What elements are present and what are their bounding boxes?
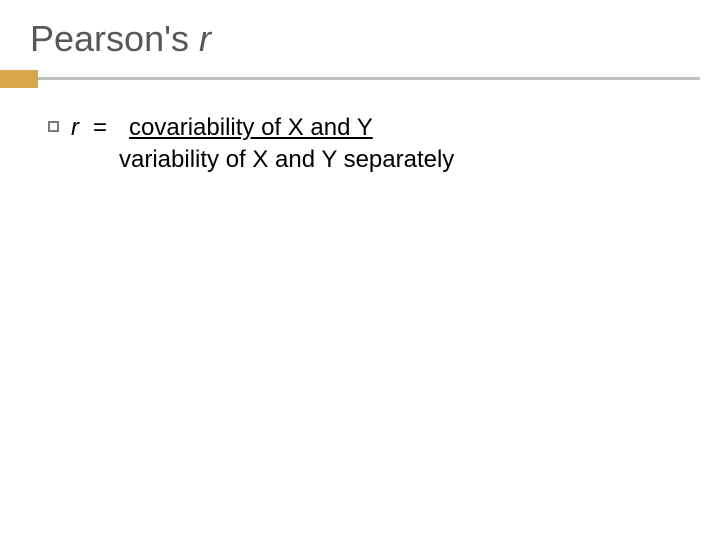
formula-line-1: r = covariability of X and Y [71, 112, 454, 144]
title-prefix: Pearson's [30, 18, 199, 59]
formula-lhs: r [71, 112, 79, 144]
formula-denominator: variability of X and Y separately [71, 144, 454, 176]
accent-block [0, 70, 38, 88]
divider-line [0, 77, 700, 80]
slide-title-area: Pearson's r [0, 0, 720, 68]
formula: r = covariability of X and Y variability… [71, 112, 454, 177]
title-variable: r [199, 18, 211, 59]
bullet-square-icon [48, 121, 59, 132]
bullet-item: r = covariability of X and Y variability… [48, 112, 680, 177]
slide-title: Pearson's r [30, 18, 720, 60]
title-divider [0, 74, 720, 84]
formula-numerator: covariability of X and Y [129, 112, 373, 144]
slide-body: r = covariability of X and Y variability… [0, 84, 720, 177]
equals-sign: = [93, 112, 107, 144]
